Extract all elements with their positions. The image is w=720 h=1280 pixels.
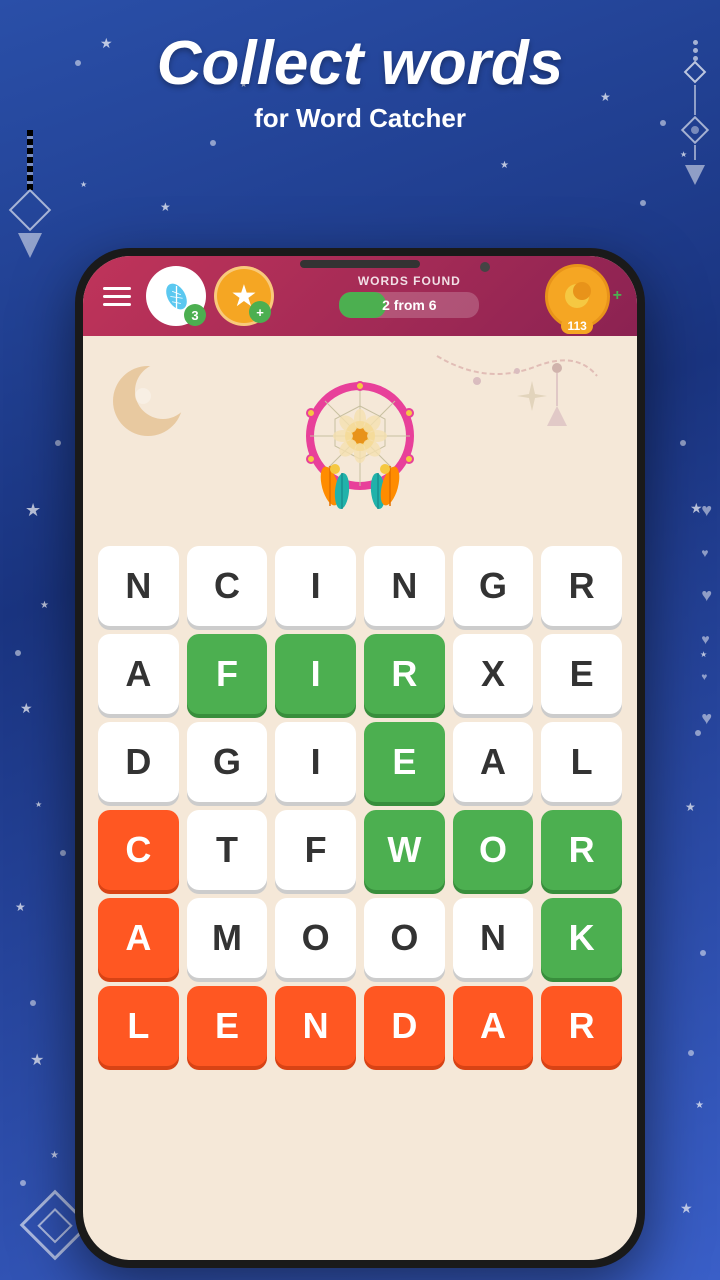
letter-tile-5-1[interactable]: E: [187, 986, 268, 1066]
letter-tile-4-1[interactable]: M: [187, 898, 268, 978]
letter-grid: NCINGRAFIRXEDGIEALCTFWORAMOONKLENDAR: [83, 536, 637, 1076]
letter-row-2: DGIEAL: [98, 722, 622, 802]
letter-tile-0-3[interactable]: N: [364, 546, 445, 626]
menu-line-2: [103, 295, 131, 298]
letter-tile-1-1[interactable]: F: [187, 634, 268, 714]
star-badge[interactable]: ★ +: [214, 266, 274, 326]
main-title: Collect words: [0, 30, 720, 98]
letter-tile-0-4[interactable]: G: [453, 546, 534, 626]
coins-plus[interactable]: +: [613, 288, 622, 304]
letter-tile-3-4[interactable]: O: [453, 810, 534, 890]
letter-tile-1-3[interactable]: R: [364, 634, 445, 714]
letter-tile-1-5[interactable]: E: [541, 634, 622, 714]
coins-wrapper: 113 +: [545, 264, 622, 329]
words-found-text: 2 from 6: [382, 297, 436, 313]
menu-line-3: [103, 303, 131, 306]
letter-tile-1-2[interactable]: I: [275, 634, 356, 714]
letter-tile-4-0[interactable]: A: [98, 898, 179, 978]
menu-button[interactable]: [98, 276, 138, 316]
feather-badge[interactable]: 3: [146, 266, 206, 326]
letter-tile-0-2[interactable]: I: [275, 546, 356, 626]
letter-row-5: LENDAR: [98, 986, 622, 1066]
phone-screen: 3 ★ + WORDS FOUND 2 from 6: [83, 256, 637, 1260]
coins-button[interactable]: 113: [545, 264, 610, 329]
sparkle-decoration: [517, 376, 547, 436]
letter-tile-1-0[interactable]: A: [98, 634, 179, 714]
letter-row-1: AFIRXE: [98, 634, 622, 714]
app-header: 3 ★ + WORDS FOUND 2 from 6: [83, 256, 637, 336]
letter-tile-4-2[interactable]: O: [275, 898, 356, 978]
moon-decoration: [108, 361, 188, 441]
coins-count: 113: [561, 318, 592, 334]
words-found-fill: [339, 292, 385, 318]
letter-tile-3-0[interactable]: C: [98, 810, 179, 890]
letter-tile-3-1[interactable]: T: [187, 810, 268, 890]
letter-tile-4-3[interactable]: O: [364, 898, 445, 978]
bottom-decoration: [30, 1200, 80, 1250]
letter-tile-3-5[interactable]: R: [541, 810, 622, 890]
letter-tile-2-0[interactable]: D: [98, 722, 179, 802]
phone-notch: [300, 260, 420, 268]
letter-tile-5-0[interactable]: L: [98, 986, 179, 1066]
moon-icon: [562, 281, 592, 311]
hearts-decoration: ♥ ♥ ♥ ♥ ♥ ♥: [701, 500, 712, 729]
letter-tile-2-2[interactable]: I: [275, 722, 356, 802]
feather-count: 3: [184, 304, 206, 326]
letter-tile-0-5[interactable]: R: [541, 546, 622, 626]
words-found-label: WORDS FOUND: [358, 274, 461, 288]
phone-frame: 3 ★ + WORDS FOUND 2 from 6: [75, 248, 645, 1268]
left-hanging-decoration: [15, 130, 45, 258]
letter-tile-3-2[interactable]: F: [275, 810, 356, 890]
letter-tile-5-3[interactable]: D: [364, 986, 445, 1066]
letter-tile-5-4[interactable]: A: [453, 986, 534, 1066]
dreamcatcher: [280, 361, 440, 521]
letter-tile-5-5[interactable]: R: [541, 986, 622, 1066]
letter-tile-2-1[interactable]: G: [187, 722, 268, 802]
letter-tile-1-4[interactable]: X: [453, 634, 534, 714]
letter-tile-2-4[interactable]: A: [453, 722, 534, 802]
game-area: NCINGRAFIRXEDGIEALCTFWORAMOONKLENDAR: [83, 336, 637, 1076]
letter-tile-5-2[interactable]: N: [275, 986, 356, 1066]
title-area: Collect words for Word Catcher: [0, 30, 720, 134]
dreamcatcher-area: [83, 346, 637, 536]
letter-tile-2-3[interactable]: E: [364, 722, 445, 802]
words-found-bar: 2 from 6: [339, 292, 479, 318]
letter-tile-0-0[interactable]: N: [98, 546, 179, 626]
words-found-area: WORDS FOUND 2 from 6: [279, 274, 540, 318]
letter-row-3: CTFWOR: [98, 810, 622, 890]
menu-line-1: [103, 287, 131, 290]
letter-tile-4-5[interactable]: K: [541, 898, 622, 978]
letter-tile-3-3[interactable]: W: [364, 810, 445, 890]
letter-row-4: AMOONK: [98, 898, 622, 978]
phone-camera: [480, 262, 490, 272]
letter-tile-4-4[interactable]: N: [453, 898, 534, 978]
letter-tile-0-1[interactable]: C: [187, 546, 268, 626]
sub-title: for Word Catcher: [0, 103, 720, 134]
letter-row-0: NCINGR: [98, 546, 622, 626]
letter-tile-2-5[interactable]: L: [541, 722, 622, 802]
star-plus: +: [249, 301, 271, 323]
